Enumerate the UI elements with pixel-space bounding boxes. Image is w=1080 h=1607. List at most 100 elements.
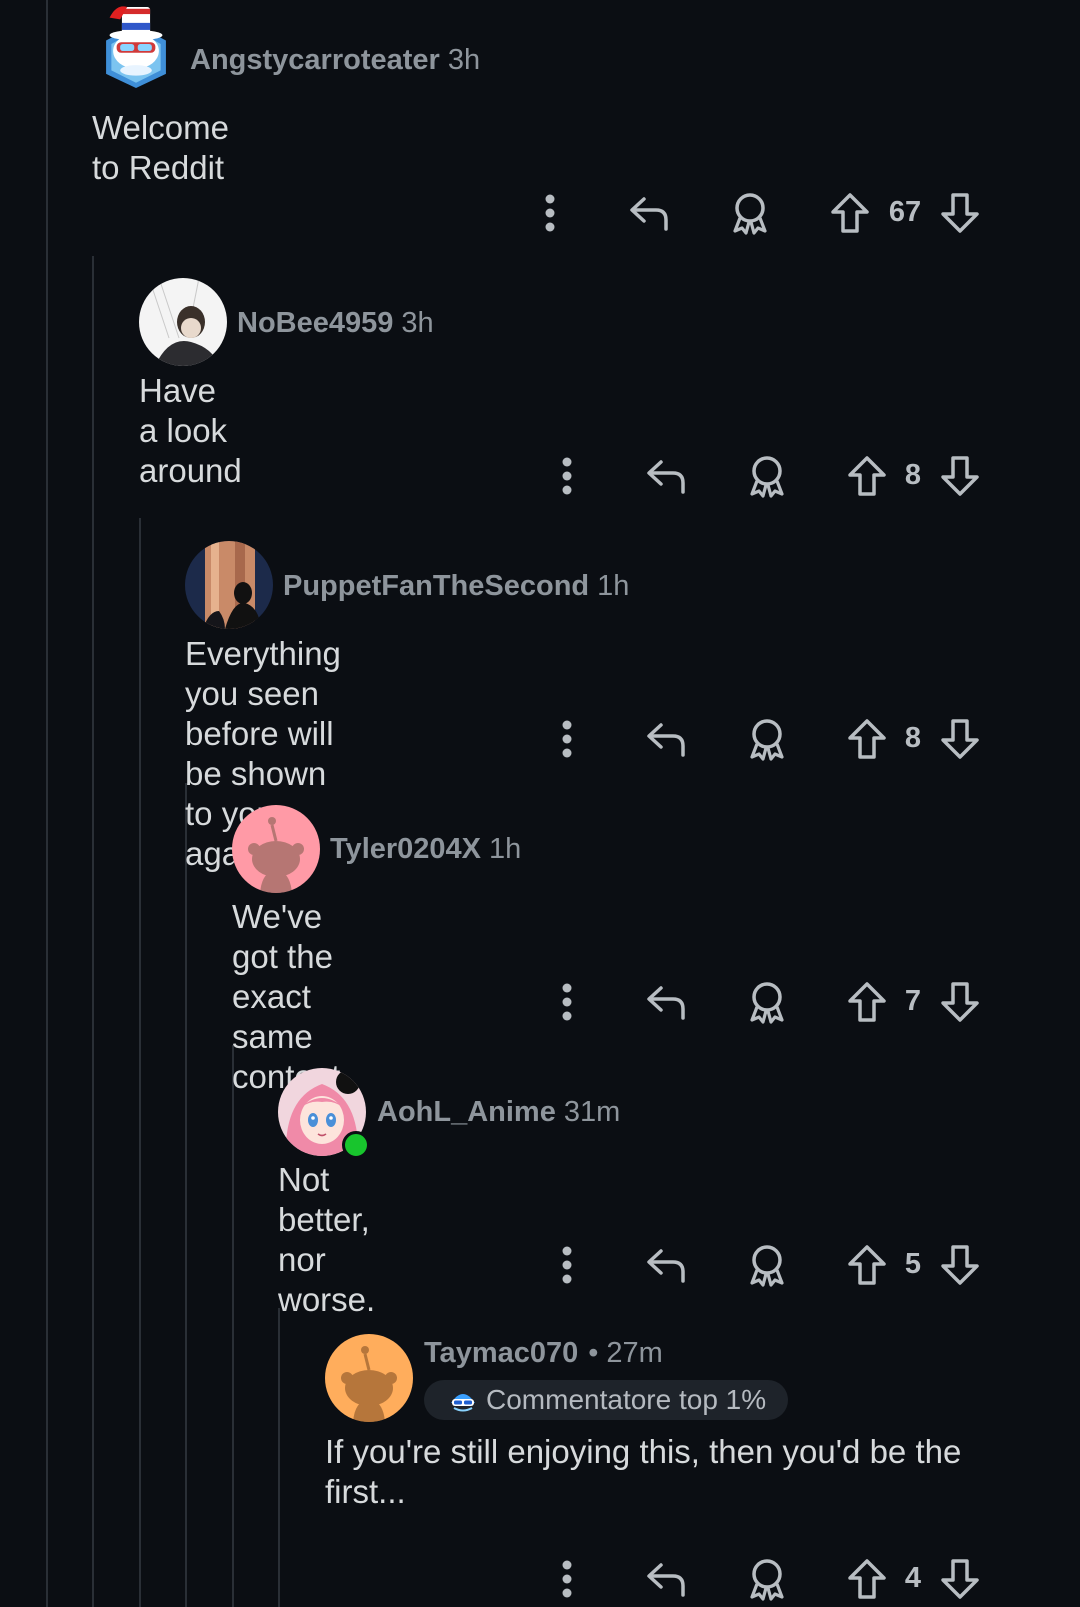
thread-line[interactable] xyxy=(232,1045,234,1607)
more-options-button[interactable] xyxy=(537,714,597,764)
downvote-icon xyxy=(941,1245,979,1285)
award-icon xyxy=(750,1245,784,1287)
downvote-button[interactable] xyxy=(930,451,990,501)
downvote-icon xyxy=(941,719,979,759)
reply-button[interactable] xyxy=(637,1240,697,1290)
comment-time: 3h xyxy=(447,44,481,76)
reply-icon xyxy=(647,723,685,757)
default-snoo-pink-icon xyxy=(232,805,320,893)
downvote-button[interactable] xyxy=(930,188,990,238)
avatar[interactable] xyxy=(232,805,320,893)
action-bar: 67 xyxy=(520,188,1020,238)
award-button[interactable] xyxy=(720,188,780,238)
comment-author[interactable]: AohL_Anime xyxy=(377,1096,556,1128)
upvote-icon xyxy=(848,1559,886,1599)
vote-score: 5 xyxy=(904,1248,922,1280)
comment-author[interactable]: Angstycarroteater xyxy=(190,44,440,76)
photo-avatar-icon xyxy=(139,278,227,366)
user-flair-label: Commentatore top 1% xyxy=(486,1384,767,1415)
reply-icon xyxy=(647,1249,685,1283)
more-options-icon xyxy=(562,983,572,1021)
upvote-icon xyxy=(848,982,886,1022)
avatar[interactable] xyxy=(139,278,227,366)
default-snoo-orange-icon xyxy=(325,1334,413,1422)
action-bar: 4 xyxy=(537,1554,1020,1604)
award-button[interactable] xyxy=(737,977,797,1027)
award-icon xyxy=(750,982,784,1024)
reply-button[interactable] xyxy=(620,188,680,238)
top-commenter-icon xyxy=(451,1394,475,1412)
thread-line[interactable] xyxy=(139,518,141,1607)
award-icon xyxy=(733,193,767,235)
comment-time: 1h xyxy=(597,570,630,602)
comment-body: Have a look around xyxy=(139,372,242,489)
award-button[interactable] xyxy=(737,1554,797,1604)
downvote-icon xyxy=(941,193,979,233)
award-button[interactable] xyxy=(737,451,797,501)
more-options-icon xyxy=(562,457,572,495)
more-options-button[interactable] xyxy=(520,188,580,238)
comment-thread: Angstycarroteater 3h Welcome to Reddit 67 xyxy=(0,0,1080,1607)
award-button[interactable] xyxy=(737,714,797,764)
vote-score: 7 xyxy=(904,985,922,1017)
upvote-button[interactable] xyxy=(820,188,880,238)
upvote-button[interactable] xyxy=(837,714,897,764)
photo-avatar-icon xyxy=(185,541,273,629)
vote-score: 67 xyxy=(888,196,922,228)
upvote-button[interactable] xyxy=(837,1554,897,1604)
downvote-button[interactable] xyxy=(930,977,990,1027)
reply-button[interactable] xyxy=(637,1554,697,1604)
downvote-button[interactable] xyxy=(930,1554,990,1604)
downvote-icon xyxy=(941,456,979,496)
more-options-button[interactable] xyxy=(537,451,597,501)
avatar[interactable] xyxy=(185,541,273,629)
award-button[interactable] xyxy=(737,1240,797,1290)
downvote-button[interactable] xyxy=(930,714,990,764)
award-icon xyxy=(750,719,784,761)
action-bar: 5 xyxy=(537,1240,1020,1290)
comment-body: If you're still enjoying this, then you'… xyxy=(325,1433,962,1510)
user-flair-badge[interactable]: Commentatore top 1% xyxy=(424,1380,789,1420)
comment-time: 31m xyxy=(563,1096,621,1128)
upvote-icon xyxy=(848,456,886,496)
upvote-button[interactable] xyxy=(837,451,897,501)
comment-body: Not better, nor worse. xyxy=(278,1161,376,1318)
thread-line[interactable] xyxy=(46,0,48,1607)
reply-icon xyxy=(647,460,685,494)
more-options-icon xyxy=(545,194,555,232)
comment-time: 27m xyxy=(606,1337,663,1369)
reply-button[interactable] xyxy=(637,714,697,764)
reply-button[interactable] xyxy=(637,451,697,501)
online-status-indicator xyxy=(342,1131,370,1159)
thread-line[interactable] xyxy=(185,783,187,1607)
comment-author[interactable]: NoBee4959 xyxy=(237,307,393,339)
upvote-button[interactable] xyxy=(837,1240,897,1290)
reply-icon xyxy=(647,986,685,1020)
vote-score: 8 xyxy=(904,459,922,491)
avatar[interactable] xyxy=(92,0,172,100)
upvote-icon xyxy=(848,1245,886,1285)
more-options-icon xyxy=(562,1246,572,1284)
upvote-button[interactable] xyxy=(837,977,897,1027)
more-options-icon xyxy=(562,720,572,758)
avatar[interactable] xyxy=(325,1334,413,1422)
thread-line[interactable] xyxy=(278,1308,280,1607)
downvote-icon xyxy=(941,982,979,1022)
award-icon xyxy=(750,1559,784,1601)
comment-author[interactable]: Tyler0204X xyxy=(330,833,481,865)
more-options-button[interactable] xyxy=(537,1240,597,1290)
more-options-button[interactable] xyxy=(537,977,597,1027)
reply-icon xyxy=(630,197,668,231)
separator-dot: • xyxy=(588,1337,599,1369)
action-bar: 8 xyxy=(537,451,1020,501)
comment-author[interactable]: Taymac070 xyxy=(424,1337,578,1369)
downvote-button[interactable] xyxy=(930,1240,990,1290)
vote-score: 4 xyxy=(904,1562,922,1594)
thread-line[interactable] xyxy=(92,256,94,1607)
comment-author[interactable]: PuppetFanTheSecond xyxy=(283,570,589,602)
more-options-button[interactable] xyxy=(537,1554,597,1604)
reply-button[interactable] xyxy=(637,977,697,1027)
comment-time: 3h xyxy=(401,307,434,339)
more-options-icon xyxy=(562,1560,572,1598)
award-icon xyxy=(750,456,784,498)
